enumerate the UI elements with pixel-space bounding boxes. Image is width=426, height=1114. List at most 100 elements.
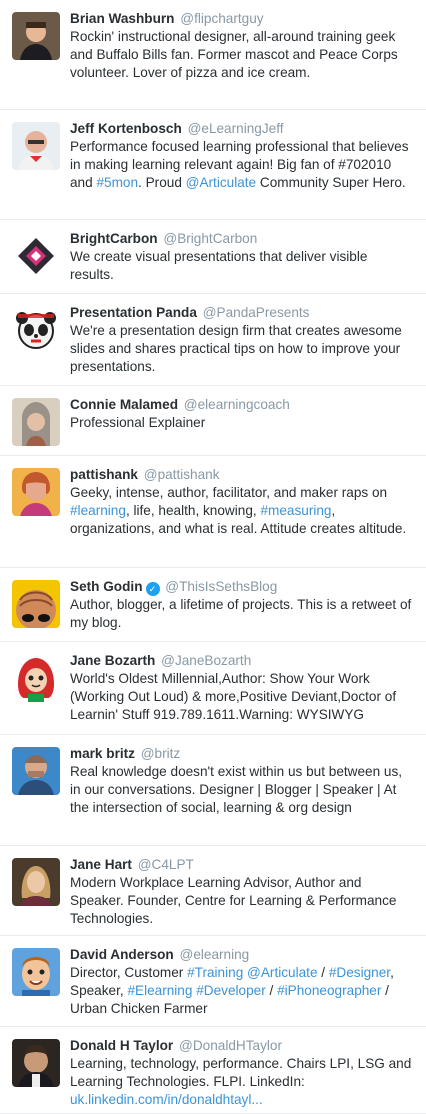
avatar[interactable] — [12, 398, 60, 446]
user-bio: Learning, technology, performance. Chair… — [70, 1055, 414, 1109]
bio-link[interactable]: #Training — [187, 965, 243, 980]
user-handle[interactable]: @C4LPT — [138, 857, 194, 872]
display-name[interactable]: BrightCarbon — [70, 231, 158, 246]
bio-link[interactable]: @Articulate — [186, 175, 256, 190]
user-handle[interactable]: @JaneBozarth — [161, 653, 251, 668]
user-content: Presentation Panda @PandaPresents We're a… — [70, 304, 414, 376]
avatar[interactable] — [12, 948, 60, 996]
display-name[interactable]: Jane Hart — [70, 857, 132, 872]
user-list-item[interactable]: BrightCarbon @BrightCarbon We create visu… — [0, 220, 426, 294]
bio-link[interactable]: #iPhoneographer — [277, 983, 381, 998]
avatar[interactable] — [12, 12, 60, 60]
bio-text: We create visual presentations that deli… — [70, 249, 368, 282]
user-header: Brian Washburn @flipchartguy — [70, 10, 414, 28]
user-handle[interactable]: @BrightCarbon — [163, 231, 257, 246]
avatar[interactable] — [12, 232, 60, 280]
bio-text: / — [317, 965, 329, 980]
bio-text: Director, Customer — [70, 965, 188, 980]
user-header: David Anderson @elearning — [70, 946, 414, 964]
verified-badge-icon: ✓ — [145, 582, 160, 596]
display-name[interactable]: mark britz — [70, 746, 135, 761]
user-bio: We create visual presentations that deli… — [70, 248, 414, 284]
bio-text: Modern Workplace Learning Advisor, Autho… — [70, 875, 397, 926]
user-content: pattishank @pattishank Geeky, intense, au… — [70, 466, 414, 538]
avatar[interactable] — [12, 468, 60, 516]
user-handle[interactable]: @elearning — [180, 947, 250, 962]
display-name[interactable]: David Anderson — [70, 947, 174, 962]
user-bio: World's Oldest Millennial,Author: Show Y… — [70, 670, 414, 724]
display-name[interactable]: pattishank — [70, 467, 138, 482]
bio-link[interactable]: #learning — [70, 503, 126, 518]
display-name[interactable]: Presentation Panda — [70, 305, 197, 320]
user-handle[interactable]: @flipchartguy — [180, 11, 263, 26]
user-bio: Modern Workplace Learning Advisor, Autho… — [70, 874, 414, 928]
user-header: BrightCarbon @BrightCarbon — [70, 230, 414, 248]
user-content: David Anderson @elearning Director, Custo… — [70, 946, 414, 1018]
user-list-item[interactable]: Jane Hart @C4LPT Modern Workplace Learnin… — [0, 846, 426, 936]
user-list-item[interactable]: Seth Godin ✓ @ThisIsSethsBlog Author, blog… — [0, 568, 426, 642]
user-bio: Performance focused learning professiona… — [70, 138, 414, 192]
bio-link[interactable]: #Designer — [329, 965, 390, 980]
user-header: Jeff Kortenbosch @eLearningJeff — [70, 120, 414, 138]
bio-text: Professional Explainer — [70, 415, 206, 430]
avatar[interactable] — [12, 122, 60, 170]
bio-link[interactable]: @Articulate — [247, 965, 317, 980]
user-content: Jane Hart @C4LPT Modern Workplace Learnin… — [70, 856, 414, 928]
user-bio: Author, blogger, a lifetime of projects.… — [70, 596, 414, 632]
bio-link[interactable]: #Developer — [196, 983, 266, 998]
bio-link[interactable]: #Elearning — [127, 983, 192, 998]
avatar[interactable] — [12, 306, 60, 354]
user-handle[interactable]: @ThisIsSethsBlog — [165, 579, 277, 594]
user-list-item[interactable]: Connie Malamed @elearningcoach Profession… — [0, 386, 426, 456]
user-list-item[interactable]: David Anderson @elearning Director, Custo… — [0, 936, 426, 1027]
bio-text: We're a presentation design firm that cr… — [70, 323, 402, 374]
user-header: Presentation Panda @PandaPresents — [70, 304, 414, 322]
user-bio: We're a presentation design firm that cr… — [70, 322, 414, 376]
user-handle[interactable]: @elearningcoach — [184, 397, 290, 412]
user-handle[interactable]: @PandaPresents — [203, 305, 310, 320]
display-name[interactable]: Brian Washburn — [70, 11, 174, 26]
bio-text: Rockin' instructional designer, all-arou… — [70, 29, 398, 80]
bio-text: Geeky, intense, author, facilitator, and… — [70, 485, 388, 500]
user-handle[interactable]: @britz — [141, 746, 180, 761]
avatar[interactable] — [12, 858, 60, 906]
user-handle[interactable]: @eLearningJeff — [188, 121, 284, 136]
user-content: Seth Godin ✓ @ThisIsSethsBlog Author, blog… — [70, 578, 414, 632]
avatar[interactable] — [12, 747, 60, 795]
user-bio: Professional Explainer — [70, 414, 414, 432]
display-name[interactable]: Jeff Kortenbosch — [70, 121, 182, 136]
user-bio: Director, Customer #Training @Articulate… — [70, 964, 414, 1018]
user-list-item[interactable]: Presentation Panda @PandaPresents We're a… — [0, 294, 426, 386]
user-content: Jeff Kortenbosch @eLearningJeff Performan… — [70, 120, 414, 192]
user-content: Donald H Taylor @DonaldHTaylor Learning, … — [70, 1037, 414, 1109]
user-content: Connie Malamed @elearningcoach Profession… — [70, 396, 414, 432]
user-content: BrightCarbon @BrightCarbon We create visu… — [70, 230, 414, 284]
user-handle[interactable]: @pattishank — [144, 467, 220, 482]
user-header: Seth Godin ✓ @ThisIsSethsBlog — [70, 578, 414, 596]
bio-link[interactable]: #5mon — [96, 175, 138, 190]
user-bio: Geeky, intense, author, facilitator, and… — [70, 484, 414, 538]
user-list-item[interactable]: mark britz @britz Real knowledge doesn't … — [0, 735, 426, 846]
display-name[interactable]: Jane Bozarth — [70, 653, 155, 668]
avatar[interactable] — [12, 1039, 60, 1087]
display-name[interactable]: Seth Godin — [70, 579, 143, 594]
user-list-item[interactable]: Brian Washburn @flipchartguy Rockin' inst… — [0, 0, 426, 110]
bio-text: , life, health, knowing, — [125, 503, 261, 518]
bio-text: World's Oldest Millennial,Author: Show Y… — [70, 671, 397, 722]
user-header: Donald H Taylor @DonaldHTaylor — [70, 1037, 414, 1055]
avatar[interactable] — [12, 654, 60, 702]
user-list-item[interactable]: Donald H Taylor @DonaldHTaylor Learning, … — [0, 1027, 426, 1114]
user-list-item[interactable]: pattishank @pattishank Geeky, intense, au… — [0, 456, 426, 568]
display-name[interactable]: Donald H Taylor — [70, 1038, 173, 1053]
bio-text: . Proud — [138, 175, 186, 190]
avatar[interactable] — [12, 580, 60, 628]
user-content: Jane Bozarth @JaneBozarth World's Oldest … — [70, 652, 414, 724]
bio-text: Real knowledge doesn't exist within us b… — [70, 764, 403, 815]
bio-link[interactable]: uk.linkedin.com/in/donaldhtayl... — [70, 1092, 263, 1107]
display-name[interactable]: Connie Malamed — [70, 397, 178, 412]
bio-text: Community Super Hero. — [256, 175, 406, 190]
user-handle[interactable]: @DonaldHTaylor — [179, 1038, 282, 1053]
bio-link[interactable]: #measuring — [260, 503, 331, 518]
user-list-item[interactable]: Jeff Kortenbosch @eLearningJeff Performan… — [0, 110, 426, 220]
user-list-item[interactable]: Jane Bozarth @JaneBozarth World's Oldest … — [0, 642, 426, 735]
